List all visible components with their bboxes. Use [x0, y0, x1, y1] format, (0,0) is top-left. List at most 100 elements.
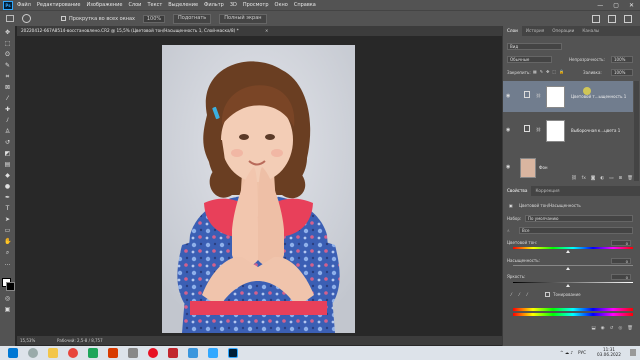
menu-layers[interactable]: Слои: [128, 2, 141, 8]
menu-file[interactable]: Файл: [17, 2, 31, 8]
search-icon[interactable]: [592, 14, 600, 23]
range-select[interactable]: Все: [519, 227, 633, 234]
screen-mode-icon[interactable]: ▣: [4, 307, 11, 313]
layer-name[interactable]: Фон: [539, 165, 548, 170]
lightroom-icon[interactable]: [208, 348, 218, 358]
tab-properties[interactable]: Свойства: [503, 186, 532, 196]
stamp-tool-icon[interactable]: ♙: [4, 129, 11, 135]
explorer-icon[interactable]: [48, 348, 58, 358]
zoom-icon[interactable]: ⌕: [4, 250, 11, 256]
background-color-swatch[interactable]: [6, 282, 15, 291]
document-image[interactable]: [162, 45, 355, 333]
opera-icon[interactable]: [148, 348, 158, 358]
clock[interactable]: 11:31 03.06.2022: [594, 347, 624, 357]
marquee-tool-icon[interactable]: ⬚: [4, 41, 11, 47]
app-icon[interactable]: [188, 348, 198, 358]
new-adjustment-icon[interactable]: ◐: [600, 176, 604, 183]
tray-icons[interactable]: ^ ☁ ♪: [560, 350, 573, 355]
tab-history[interactable]: История: [522, 26, 548, 36]
history-brush-tool-icon[interactable]: ↺: [4, 140, 11, 146]
menu-type[interactable]: Текст: [147, 2, 162, 8]
delete-adjustment-icon[interactable]: 🗑: [627, 326, 633, 333]
tab-adjustments[interactable]: Коррекция: [531, 186, 563, 196]
new-layer-icon[interactable]: ⊞: [619, 176, 623, 183]
gradient-tool-icon[interactable]: ▤: [4, 162, 11, 168]
type-tool-icon[interactable]: T: [4, 206, 11, 212]
menu-help[interactable]: Справка: [294, 2, 316, 8]
zoom-tool-icon[interactable]: [22, 14, 31, 23]
crop-tool-icon[interactable]: ⌗: [4, 74, 11, 80]
view-previous-icon[interactable]: ◉: [601, 326, 605, 333]
layer-name[interactable]: Цветовой т...ыщенность 1: [571, 94, 626, 99]
menu-filter[interactable]: Фильтр: [204, 2, 224, 8]
notifications-icon[interactable]: [630, 349, 636, 356]
app-icon[interactable]: [128, 348, 138, 358]
link-layers-icon[interactable]: ⛓: [571, 176, 577, 183]
lightness-value[interactable]: 0: [611, 274, 631, 280]
rectangle-tool-icon[interactable]: ▭: [4, 228, 11, 234]
menu-window[interactable]: Окно: [275, 2, 288, 8]
frame-tool-icon[interactable]: ⊠: [4, 85, 11, 91]
excel-icon[interactable]: [88, 348, 98, 358]
more-tools-icon[interactable]: …: [4, 261, 11, 267]
maximize-button[interactable]: ▢: [613, 2, 619, 9]
add-mask-icon[interactable]: ◙: [591, 176, 595, 183]
minimize-button[interactable]: —: [597, 2, 603, 9]
opacity-field[interactable]: 100%: [611, 56, 633, 63]
lasso-tool-icon[interactable]: ʘ: [4, 52, 11, 58]
tab-actions[interactable]: Операции: [548, 26, 578, 36]
link-chain-icon[interactable]: ⛓: [536, 127, 541, 132]
lightness-slider-handle[interactable]: [566, 284, 570, 287]
blend-mode-select[interactable]: Обычные: [507, 56, 552, 63]
zoom-value-field[interactable]: 100%: [143, 14, 166, 23]
healing-tool-icon[interactable]: ✚: [4, 107, 11, 113]
visibility-eye-icon[interactable]: ◉: [506, 164, 510, 170]
photoshop-taskbar-icon[interactable]: [228, 348, 238, 358]
eraser-tool-icon[interactable]: ◩: [4, 151, 11, 157]
zoom-readout[interactable]: 15,53%: [20, 338, 35, 343]
app-icon[interactable]: [168, 348, 178, 358]
dodge-tool-icon[interactable]: ●: [4, 184, 11, 190]
eyedropper-icons[interactable]: ⁄ ⁄ ⁄: [511, 292, 531, 297]
quick-select-tool-icon[interactable]: ✎: [4, 63, 11, 69]
workspace-icon[interactable]: [608, 14, 616, 23]
app-icon[interactable]: [108, 348, 118, 358]
share-icon[interactable]: [624, 14, 632, 23]
layer-kind-filter[interactable]: Вид: [507, 43, 562, 50]
fit-screen-button[interactable]: Подогнать: [173, 13, 212, 24]
colorize-checkbox[interactable]: [545, 292, 550, 297]
menu-select[interactable]: Выделение: [168, 2, 198, 8]
fill-field[interactable]: 100%: [611, 69, 633, 76]
tab-layers[interactable]: Слои: [503, 26, 522, 36]
move-tool-icon[interactable]: ✥: [4, 30, 11, 36]
menu-3d[interactable]: 3D: [230, 2, 237, 8]
brush-tool-icon[interactable]: ﾉ: [4, 118, 11, 124]
close-window-button[interactable]: ✕: [629, 2, 634, 9]
delete-layer-icon[interactable]: 🗑: [627, 176, 633, 183]
clip-to-layer-icon[interactable]: ⬓: [591, 326, 595, 333]
layers-scrollbar[interactable]: [634, 81, 639, 181]
visibility-eye-icon[interactable]: ◉: [506, 127, 510, 133]
tab-channels[interactable]: Каналы: [578, 26, 603, 36]
link-chain-icon[interactable]: ⛓: [536, 93, 541, 98]
search-taskbar-icon[interactable]: [28, 348, 38, 358]
hue-slider-handle[interactable]: [566, 250, 570, 253]
pen-tool-icon[interactable]: ✒: [4, 195, 11, 201]
layer-row-hue-saturation[interactable]: ◉ ⛓ Цветовой т...ыщенность 1: [503, 81, 633, 112]
path-select-tool-icon[interactable]: ➤: [4, 217, 11, 223]
lock-icons[interactable]: ▦✎✥⬚🔒: [533, 69, 567, 74]
fill-screen-button[interactable]: Полный экран: [219, 13, 267, 24]
start-icon[interactable]: [8, 348, 18, 358]
layer-row-selective-color[interactable]: ◉ ⛓ Выборочная к...цвета 1: [503, 115, 633, 146]
preset-select[interactable]: По умолчанию: [525, 215, 633, 222]
home-icon[interactable]: [6, 15, 14, 22]
visibility-eye-icon[interactable]: ◉: [506, 93, 510, 99]
reset-icon[interactable]: ↺: [610, 326, 614, 333]
background-layer-thumbnail[interactable]: [520, 158, 536, 178]
new-group-icon[interactable]: ▭: [609, 176, 613, 183]
layer-mask-thumbnail[interactable]: [546, 120, 565, 142]
saturation-value[interactable]: 0: [611, 258, 631, 264]
targeted-adjust-icon[interactable]: ☝: [507, 228, 509, 233]
layer-name[interactable]: Выборочная к...цвета 1: [571, 128, 620, 133]
layer-mask-thumbnail[interactable]: [546, 86, 565, 108]
